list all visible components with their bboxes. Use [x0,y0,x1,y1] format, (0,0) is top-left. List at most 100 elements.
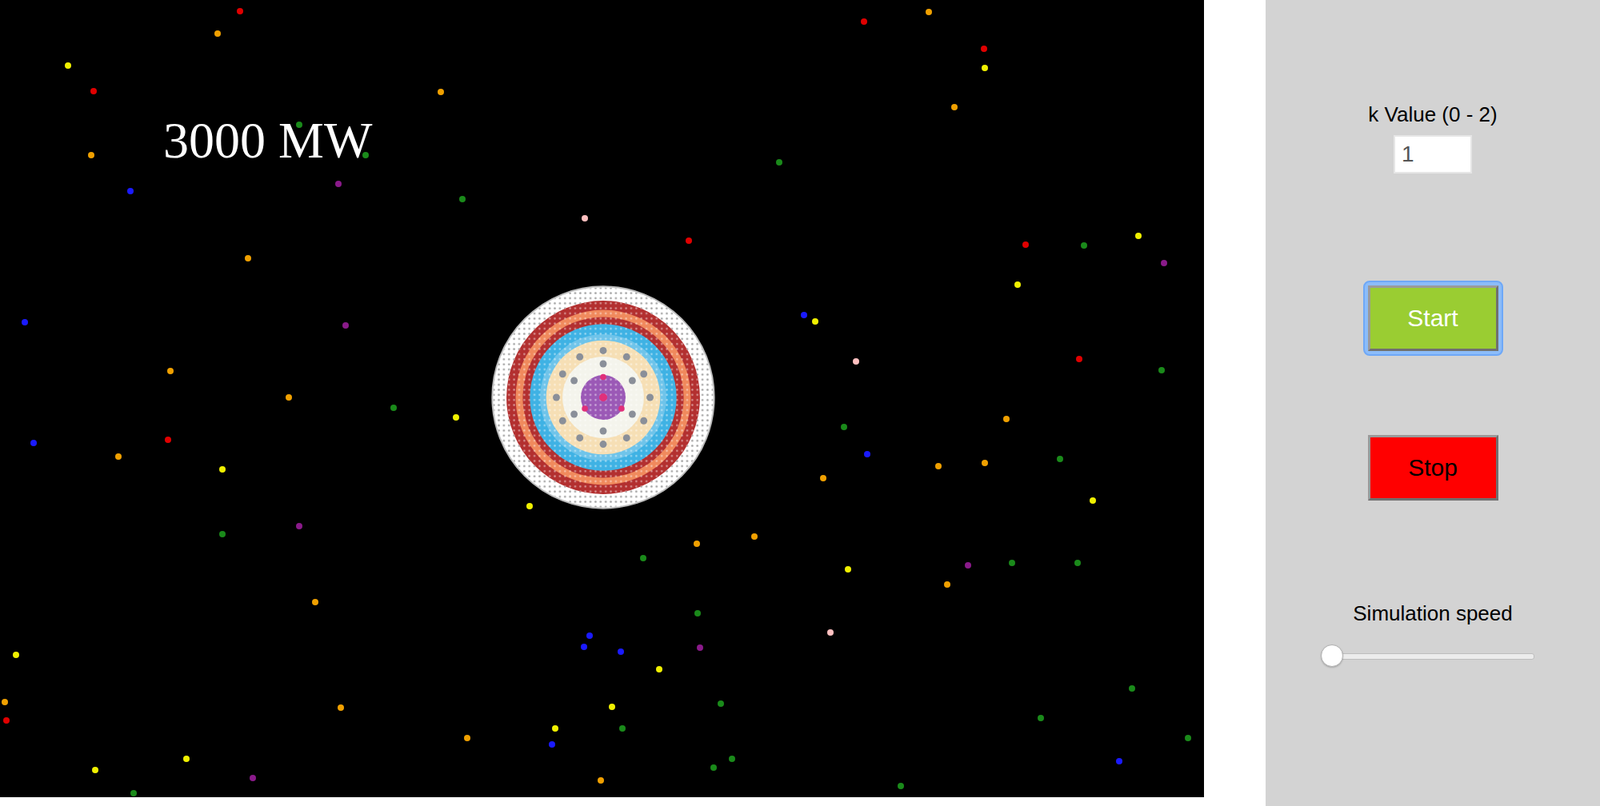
neutron-particle [337,704,344,712]
neutron-particle [656,666,663,673]
neutron-particle [214,30,221,37]
neutron-particle [1184,735,1192,742]
neutron-particle [800,312,808,319]
neutron-particle [820,475,827,482]
neutron-particle [1080,242,1088,249]
neutron-particle [12,652,20,659]
neutron-particle [852,358,860,365]
neutron-particle [617,648,624,656]
neutron-particle [167,368,174,375]
neutron-particle [640,555,647,562]
button-focus-ring: Stop [1363,430,1504,506]
neutron-particle [944,581,951,588]
neutron-particle [951,104,958,111]
neutron-particle [964,562,972,569]
neutron-particle [548,741,556,748]
neutron-particle [840,424,848,431]
page: 3000 MW k Value (0 - 2) 1 Start Stop Simulati… [0,0,1600,806]
neutron-particle [897,783,904,790]
neutron-particle [219,531,226,538]
neutron-particle [864,451,871,458]
neutron-particle [92,767,99,774]
neutron-particle [219,466,226,473]
neutron-particle [925,8,932,16]
power-readout: 3000 MW [163,115,372,167]
neutron-particle [244,255,252,262]
neutron-particle [580,644,588,651]
button-focus-ring: Start [1363,280,1504,356]
neutron-particle [452,414,460,421]
neutron-particle [1037,715,1044,722]
neutron-particle [552,725,559,732]
neutron-particle [285,394,292,401]
neutron-particle [1089,497,1096,504]
neutron-particle [115,453,122,460]
neutron-particle [710,764,717,772]
neutron-particle [1022,241,1029,248]
neutron-particle [1,699,8,706]
neutron-particle [464,735,471,742]
neutron-particle [437,88,444,96]
neutron-particle [335,180,342,188]
neutron-particle [1008,560,1016,567]
neutron-particle [127,188,134,195]
neutron-particle [21,319,28,326]
neutron-particle [685,237,692,244]
neutron-particle [1116,758,1123,765]
neutron-particle [717,700,724,708]
neutron-particle [751,533,758,540]
neutron-particle [827,629,834,636]
neutron-particle [619,725,626,732]
neutron-particle [776,159,783,166]
neutron-particle [1158,367,1165,374]
separator [1204,0,1266,806]
control-panel: k Value (0 - 2) 1 Start Stop Simulation spee… [1265,0,1600,806]
neutron-particle [64,62,72,69]
reactor-core-icon [491,285,716,510]
neutron-particle [342,322,349,329]
neutron-particle [88,152,95,159]
simulation-canvas: 3000 MW [0,0,1204,798]
neutron-particle [90,88,97,95]
neutron-particle [981,64,988,72]
neutron-particle [1014,281,1021,288]
neutron-particle [586,632,593,640]
neutron-particle [164,436,172,444]
neutron-particle [693,540,700,548]
neutron-particle [249,775,256,782]
neutron-particle [728,756,736,763]
neutron-particle [597,777,604,784]
neutron-particle [980,45,988,52]
neutron-particle [183,756,190,763]
neutron-particle [844,566,852,573]
neutron-particle [608,704,616,711]
neutron-particle [1128,685,1136,692]
start-button[interactable]: Start [1368,285,1499,352]
speed-slider[interactable] [1331,645,1535,668]
slider-thumb[interactable] [1320,644,1344,668]
neutron-particle [696,644,704,652]
neutron-particle [390,404,397,412]
k-value-input[interactable]: 1 [1393,135,1472,174]
neutron-particle [1160,260,1168,267]
neutron-particle [30,440,37,447]
neutron-particle [981,460,988,467]
neutron-particle [1074,560,1081,567]
neutron-particle [694,610,701,617]
k-value-label: k Value (0 - 2) [1368,102,1497,128]
neutron-particle [1076,356,1083,363]
neutron-particle [296,523,303,530]
neutron-particle [526,503,533,510]
speed-label: Simulation speed [1352,601,1512,627]
button-group: Start Stop [1363,280,1504,506]
stop-button[interactable]: Stop [1368,435,1499,501]
neutron-particle [312,599,319,606]
neutron-particle [581,215,588,222]
neutron-particle [459,196,466,203]
neutron-particle [860,18,868,25]
neutron-particle [1056,456,1064,463]
neutron-particle [3,717,10,724]
neutron-particle [236,8,244,15]
neutron-particle [1135,232,1142,240]
neutron-particle [130,790,137,797]
